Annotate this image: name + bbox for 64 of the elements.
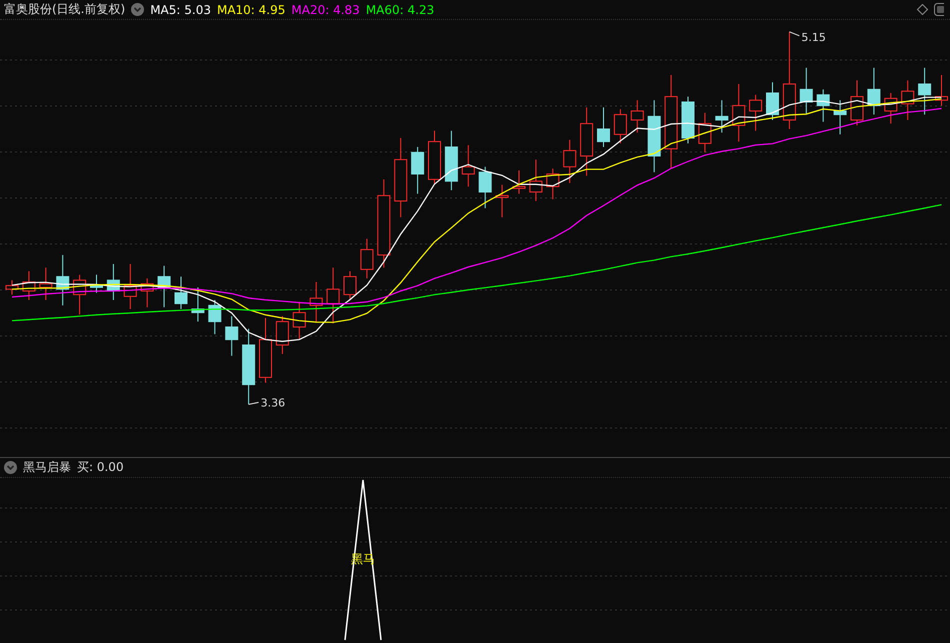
candlestick (867, 67, 880, 116)
ma-legend-value: MA5: 5.03 (150, 2, 211, 16)
candlestick (124, 264, 137, 310)
candlestick (326, 267, 340, 324)
candlestick (174, 276, 188, 310)
candlestick (56, 254, 70, 306)
candlestick (732, 84, 746, 142)
candlestick (444, 130, 458, 191)
ma-legend-value: MA20: 4.83 (291, 2, 360, 16)
candlestick (512, 170, 526, 194)
candlestick (344, 270, 356, 300)
ma-legend-value: MA60: 4.23 (366, 2, 434, 16)
candlestick (225, 316, 238, 356)
candlestick (850, 80, 864, 126)
candlestick (73, 274, 86, 315)
candlestick (360, 238, 374, 279)
candlestick (563, 139, 576, 184)
candlestick (462, 144, 475, 188)
candlestick (529, 159, 542, 202)
candlestick (428, 130, 441, 186)
candlestick (478, 166, 492, 209)
leader-line (248, 402, 260, 405)
high-price-label: 5.15 (801, 30, 826, 44)
candlestick (140, 278, 154, 308)
candlestick (90, 274, 103, 294)
candlestick (259, 318, 272, 384)
candlestick (749, 94, 762, 132)
candlestick (546, 168, 560, 200)
candlestick (292, 301, 306, 340)
diamond-icon[interactable] (917, 4, 928, 15)
candlestick (715, 100, 728, 134)
candlestick (191, 286, 204, 322)
stock-title: 富奥股份(日线.前复权) (4, 1, 126, 18)
candlestick (834, 100, 847, 135)
indicator-reading: 买: 0.00 (77, 459, 124, 476)
candlestick (816, 88, 830, 122)
candlestick (6, 280, 18, 296)
collapse-icon[interactable] (4, 461, 17, 474)
low-price-label: 3.36 (260, 396, 286, 410)
candlestick (918, 67, 932, 116)
candlestick (597, 106, 610, 148)
candlestick (901, 80, 914, 120)
candlestick (106, 264, 120, 300)
candlestick (800, 67, 813, 116)
leader-line (788, 31, 800, 36)
candlestick (884, 92, 898, 124)
indicator-title: 黑马启暴 (23, 459, 71, 476)
candlestick (698, 112, 712, 153)
toggle-icon[interactable] (934, 3, 944, 16)
candlestick (208, 300, 222, 335)
candlestick (158, 265, 171, 308)
candlestick (682, 96, 694, 144)
candlestick (580, 106, 594, 176)
ma-legend-value: MA10: 4.95 (216, 2, 286, 16)
candlestick (310, 282, 323, 322)
candlestick (411, 146, 424, 194)
collapse-icon[interactable] (131, 3, 144, 16)
candlestick (22, 270, 36, 300)
candlestick (276, 316, 289, 354)
candlestick (630, 100, 644, 134)
candlestick (496, 184, 509, 218)
candlestick (39, 267, 52, 300)
candlestick (614, 108, 627, 144)
candlestick (766, 82, 779, 120)
